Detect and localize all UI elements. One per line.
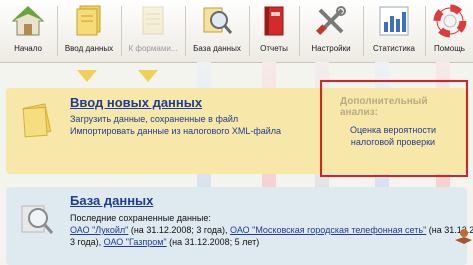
documents-icon	[76, 5, 101, 36]
database-search-icon	[203, 7, 233, 34]
saved-data-row: ОАО "Лукойл" (на 31.12.2008; 3 года), ОА…	[70, 225, 473, 235]
last-saved-label: Последние сохраненные данные:	[70, 213, 211, 223]
saved-item-lukoil-link[interactable]: ОАО "Лукойл"	[70, 225, 128, 235]
home-icon	[11, 6, 45, 36]
toolbar-home-button[interactable]: Начало	[0, 0, 56, 60]
load-from-file-link[interactable]: Загрузить данные, сохраненные в файл	[70, 114, 238, 124]
mascot-figure-icon	[455, 229, 472, 244]
import-xml-link[interactable]: Импортировать данные из налогового XML-ф…	[70, 126, 281, 136]
toolbar-input-data-button[interactable]: Ввод данных	[58, 0, 120, 60]
highlight-frame	[320, 80, 468, 177]
main-toolbar: Начало Ввод данных К формами... База дан…	[0, 0, 473, 63]
documents-icon	[22, 103, 52, 138]
input-data-title-link[interactable]: Ввод новых данных	[70, 95, 202, 110]
tools-icon	[316, 6, 346, 35]
toolbar-database-button[interactable]: База данных	[186, 0, 248, 60]
saved-data-row: 3 года), ОАО "Газпром" (на 31.12.2008; 5…	[70, 237, 260, 247]
database-search-icon	[21, 205, 54, 234]
toolbar-help-button[interactable]: Помощь	[426, 0, 473, 60]
toolbar-forms-button[interactable]: К формами...	[122, 0, 184, 60]
saved-item-gazprom-link[interactable]: ОАО "Газпром"	[104, 237, 167, 247]
saved-item-mgts-link[interactable]: ОАО "Московская городская телефонная сет…	[230, 225, 426, 235]
down-arrow-icon	[138, 70, 158, 82]
statistics-chart-icon	[379, 6, 409, 36]
toolbar-statistics-button[interactable]: Статистика	[364, 0, 424, 60]
lifebuoy-icon	[433, 4, 466, 38]
database-title-link[interactable]: База данных	[70, 193, 153, 208]
toolbar-reports-button[interactable]: Отчеты	[250, 0, 298, 60]
reports-book-icon	[264, 6, 284, 36]
forms-icon	[142, 6, 164, 35]
toolbar-settings-button[interactable]: Настройки	[300, 0, 362, 60]
down-arrow-icon	[77, 70, 97, 82]
